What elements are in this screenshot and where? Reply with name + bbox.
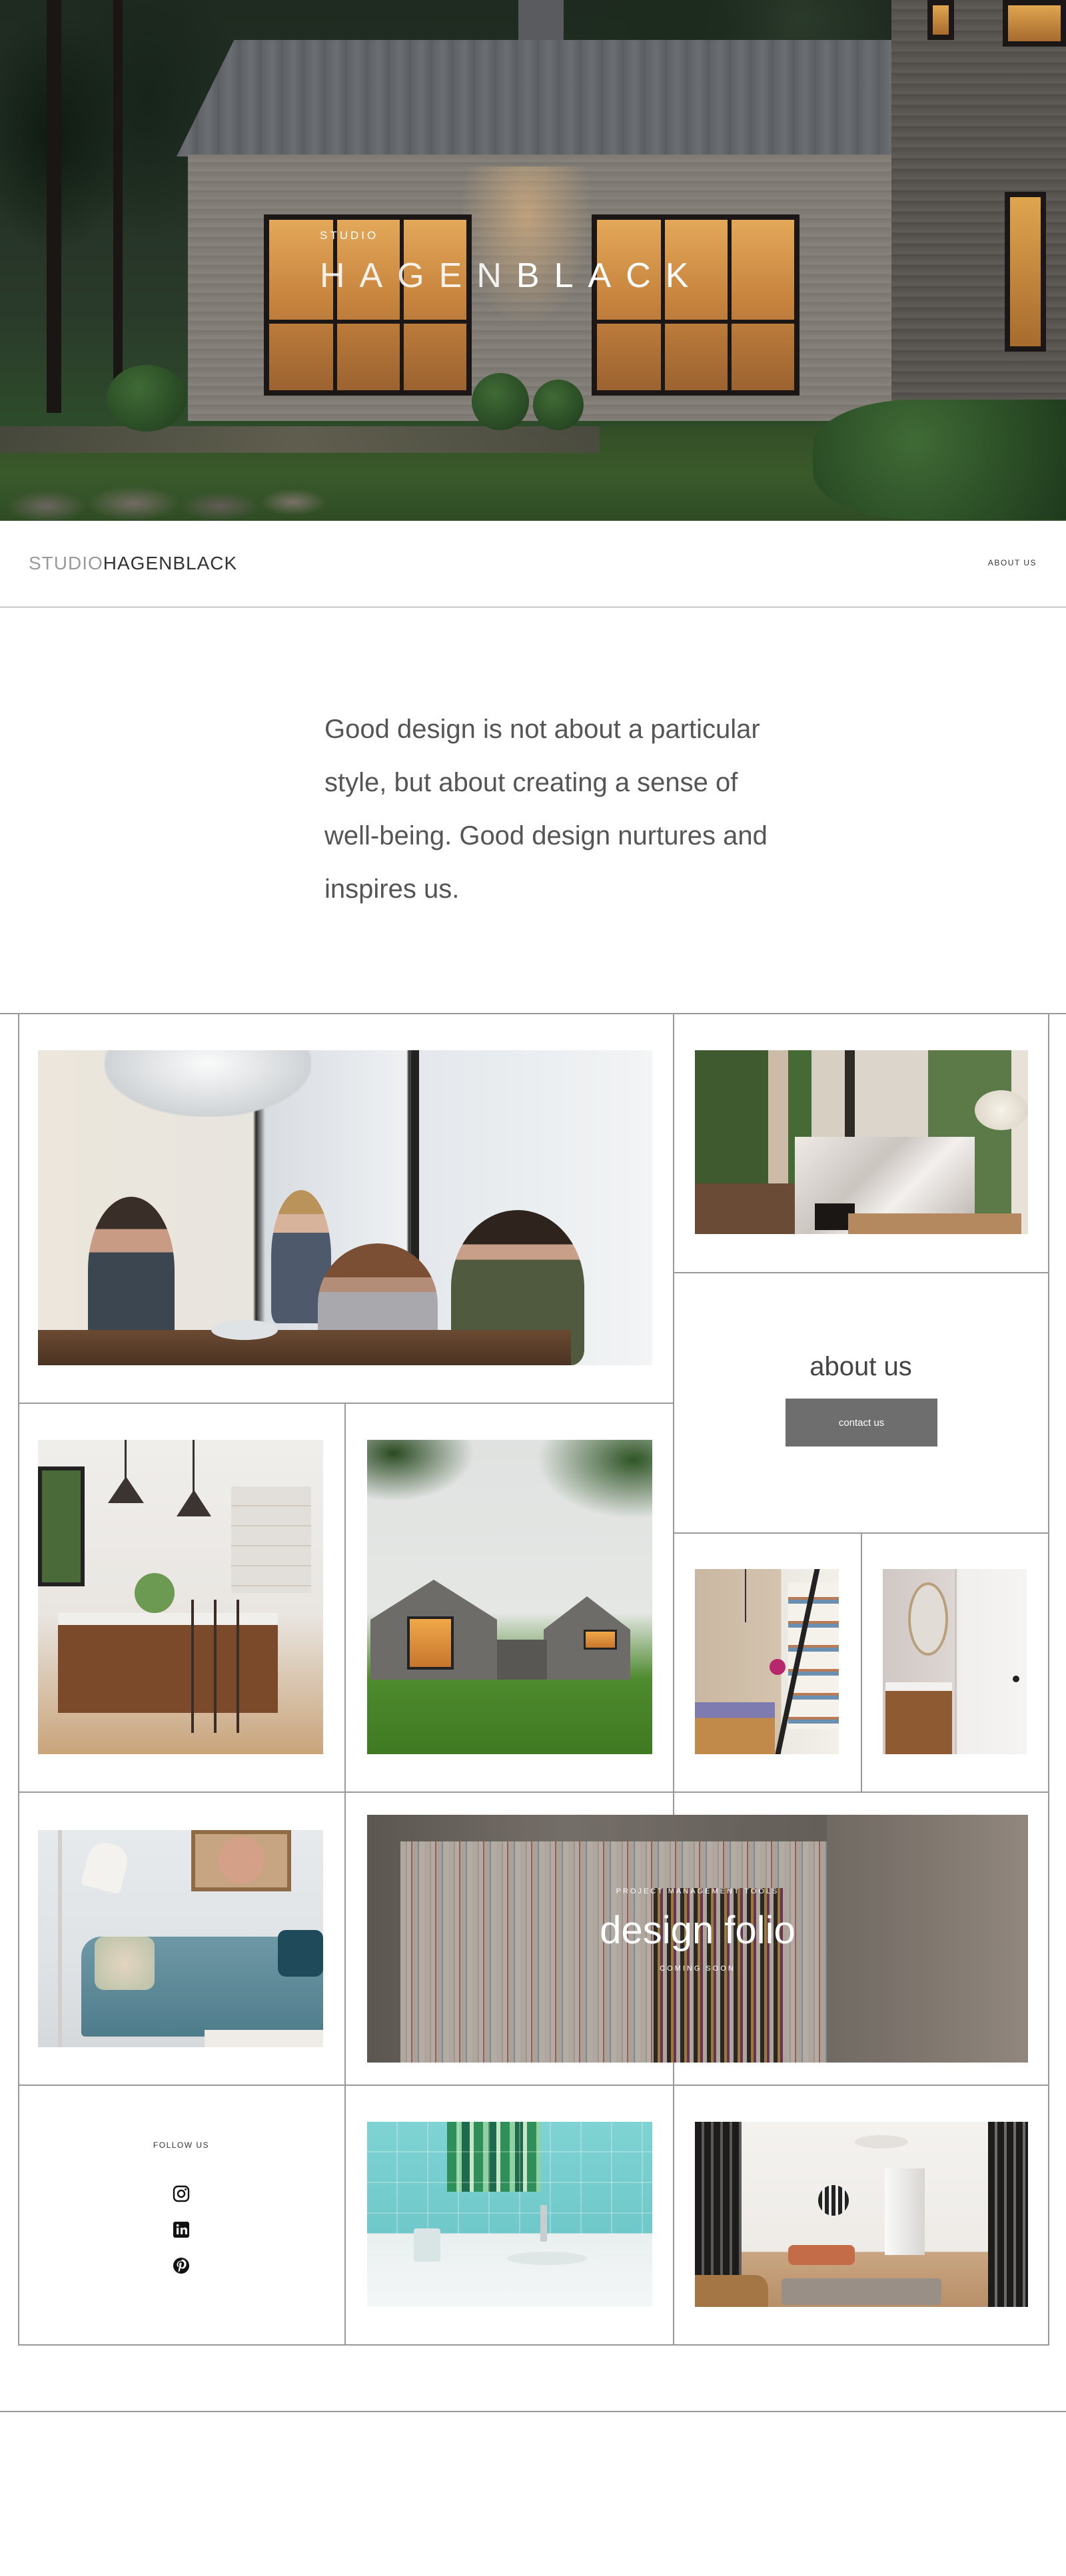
pinterest-icon[interactable]: [172, 2256, 191, 2275]
grid-divider: [18, 2344, 1049, 2346]
top-nav: STUDIOHAGENBLACK ABOUT US: [0, 521, 1066, 607]
folio-title[interactable]: design folio: [367, 1908, 1028, 1953]
hero-brand-text: HAGENBLACK: [320, 256, 704, 295]
instagram-icon[interactable]: [172, 2184, 191, 2203]
grid-divider: [18, 1403, 674, 1404]
photo-bathroom-mirror[interactable]: [883, 1569, 1027, 1754]
contact-us-button[interactable]: contact us: [786, 1399, 937, 1447]
photo-family-dining[interactable]: [38, 1050, 652, 1365]
nav-about-link[interactable]: ABOUT US: [988, 558, 1037, 567]
photo-living-fireplace[interactable]: [695, 1050, 1028, 1234]
folio-subtitle: COMING SOON: [660, 1965, 736, 1973]
folio-kicker: PROJECT MANAGEMENT TOOLS: [616, 1887, 780, 1895]
intro-quote: Good design is not about a particular st…: [324, 715, 768, 904]
grid-divider: [0, 1013, 1066, 1014]
grid-divider: [1048, 1013, 1049, 2345]
about-title: about us: [809, 1352, 912, 1381]
grid-divider: [861, 1533, 862, 1793]
photo-library-ladder[interactable]: [695, 1569, 839, 1754]
photo-turquoise-bath[interactable]: [367, 2122, 652, 2307]
follow-us-label: FOLLOW US: [153, 2140, 210, 2150]
footer-divider: [0, 2411, 1066, 2412]
hero-rocks: [0, 480, 333, 521]
site-logo[interactable]: STUDIOHAGENBLACK: [29, 553, 237, 574]
linkedin-icon[interactable]: [172, 2220, 191, 2239]
grid-divider: [18, 2085, 1049, 2086]
photo-house-exterior[interactable]: [367, 1440, 652, 1754]
hero-roof: [177, 40, 896, 157]
grid-divider: [673, 1272, 1049, 1273]
photo-white-room[interactable]: [695, 2122, 1028, 2307]
photo-kitchen[interactable]: [38, 1440, 323, 1754]
grid-divider: [18, 1791, 1049, 1793]
grid-divider: [344, 1403, 346, 2345]
hero-window-right: [592, 214, 800, 396]
grid-divider: [673, 1532, 1049, 1534]
hero-studio-text: STUDIO: [320, 229, 379, 242]
hero-image: STUDIO HAGENBLACK: [0, 0, 1066, 521]
grid-divider: [673, 1013, 674, 2345]
photo-blue-sofa[interactable]: [38, 1830, 323, 2047]
